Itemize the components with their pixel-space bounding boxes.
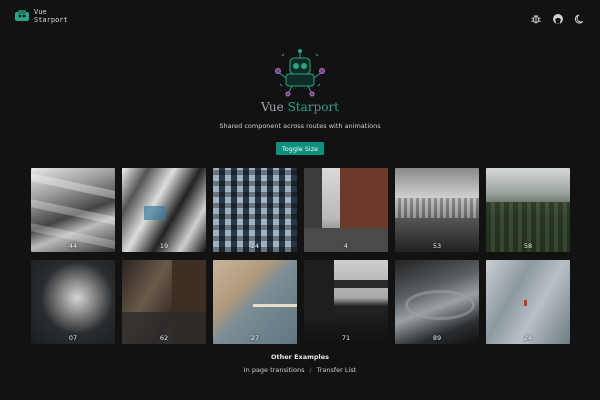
other-examples-title: Other Examples — [270, 353, 330, 361]
top-bar: Vue Starport — [0, 0, 600, 34]
image-card[interactable]: 62 — [122, 260, 206, 344]
logo-text: Vue Starport — [34, 8, 68, 24]
card-number: 71 — [341, 334, 351, 342]
page-title: Vue Starport — [0, 100, 600, 114]
image-card[interactable]: 58 — [486, 168, 570, 252]
moon-icon[interactable] — [574, 10, 586, 24]
image-card[interactable]: 89 — [395, 260, 479, 344]
card-number: 24 — [523, 334, 533, 342]
in-page-transitions-link[interactable]: In page transitions — [244, 366, 305, 374]
image-card[interactable]: 53 — [395, 168, 479, 252]
top-icons — [530, 10, 586, 24]
transfer-list-link[interactable]: Transfer List — [317, 366, 357, 374]
image-card[interactable]: 71 — [304, 260, 388, 344]
image-card[interactable]: 4 — [304, 168, 388, 252]
toggle-size-button[interactable]: Toggle Size — [276, 142, 324, 155]
starport-robot-icon — [275, 49, 325, 97]
title-part-vue: Vue — [261, 100, 284, 114]
footer: Other Examples In page transitions / Trans… — [0, 353, 600, 374]
image-card[interactable]: 24 — [213, 168, 297, 252]
logo[interactable]: Vue Starport — [14, 8, 68, 24]
card-number: 24 — [250, 242, 260, 250]
example-links: In page transitions / Transfer List — [0, 366, 600, 374]
hero: Vue Starport Shared component across rou… — [0, 48, 600, 130]
image-card[interactable]: 19 — [122, 168, 206, 252]
image-card[interactable]: 07 — [31, 260, 115, 344]
card-number: 89 — [432, 334, 442, 342]
card-number: 19 — [159, 242, 169, 250]
image-card[interactable]: 44 — [31, 168, 115, 252]
image-card[interactable]: 27 — [213, 260, 297, 344]
page-subtitle: Shared component across routes with anim… — [219, 122, 381, 130]
card-number: 53 — [432, 242, 442, 250]
card-number: 62 — [159, 334, 169, 342]
card-number: 58 — [523, 242, 533, 250]
card-number: 27 — [250, 334, 260, 342]
card-number: 07 — [68, 334, 78, 342]
link-separator: / — [309, 366, 312, 374]
image-card[interactable]: 24 — [486, 260, 570, 344]
github-icon[interactable] — [552, 10, 564, 24]
card-number: 44 — [68, 242, 78, 250]
title-part-starport: Starport — [287, 100, 339, 114]
starport-logo-icon — [15, 10, 29, 21]
card-number: 4 — [343, 242, 349, 250]
bug-icon[interactable] — [530, 10, 542, 24]
image-grid: 44 19 24 4 53 58 07 62 27 71 89 24 — [31, 168, 571, 344]
